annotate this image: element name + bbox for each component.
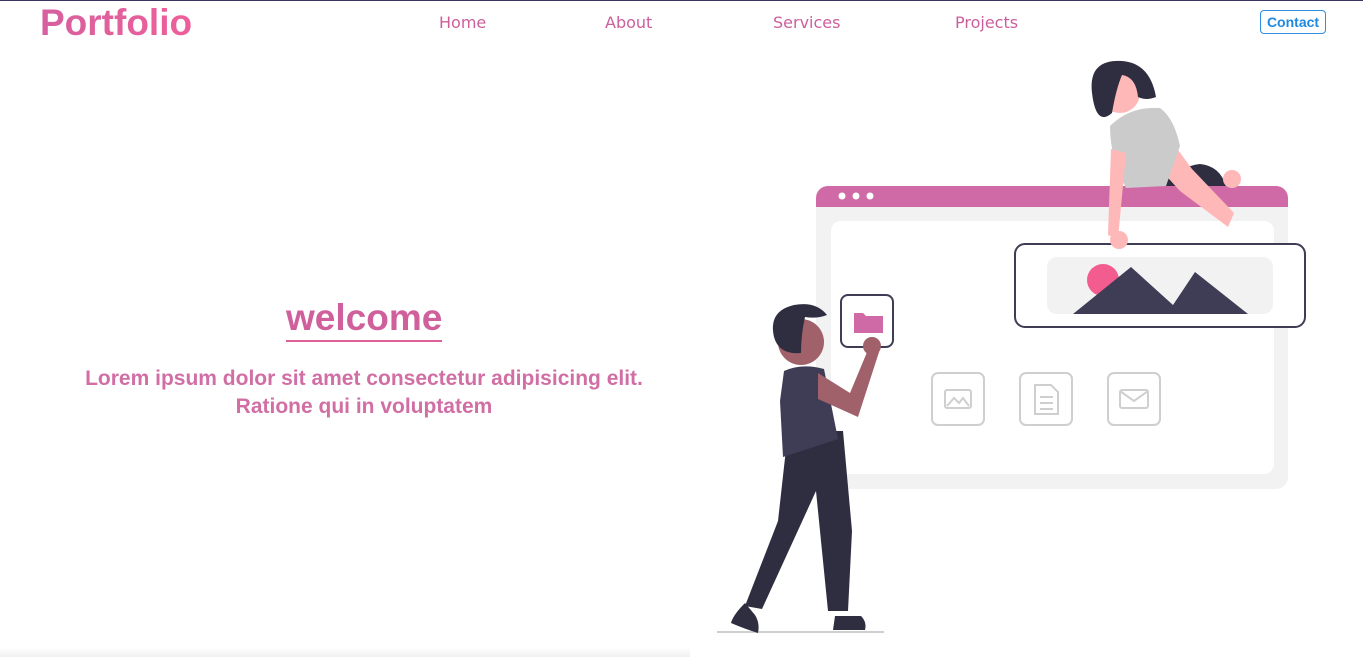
image-card-graphic: [1014, 243, 1306, 328]
site-logo[interactable]: Portfolio: [40, 3, 192, 43]
mail-icon: [1107, 372, 1161, 426]
document-icon: [1019, 372, 1073, 426]
nav-about-link[interactable]: About: [605, 13, 652, 33]
image-icon: [931, 372, 985, 426]
hero-title: welcome: [286, 297, 443, 342]
nav-projects-link[interactable]: Projects: [955, 13, 1018, 33]
nav-home-link[interactable]: Home: [439, 13, 486, 33]
contact-button[interactable]: Contact: [1260, 10, 1326, 34]
nav-services-link[interactable]: Services: [773, 13, 840, 33]
hero-description: Lorem ipsum dolor sit amet consectetur a…: [85, 367, 643, 418]
hero-illustration: [717, 60, 1306, 633]
